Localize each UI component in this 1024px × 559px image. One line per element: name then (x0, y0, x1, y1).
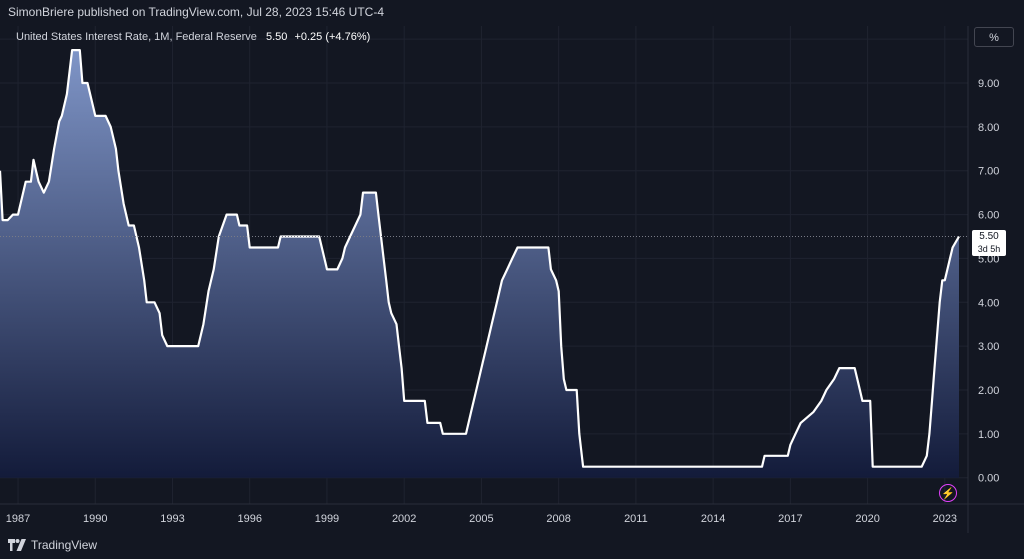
y-tick-label: 1.00 (978, 429, 999, 441)
symbol-description: United States Interest Rate, 1M, Federal… (16, 31, 257, 43)
price-tag-value: 5.50 (979, 231, 999, 243)
x-tick-label: 2017 (778, 513, 802, 525)
x-tick-label: 1987 (6, 513, 30, 525)
x-tick-label: 2011 (624, 513, 648, 525)
bottom-bar: TradingView (0, 533, 1024, 559)
price-axis: 10.009.008.007.006.005.004.003.002.001.0… (978, 34, 1006, 485)
tradingview-logo-icon (8, 539, 26, 551)
x-tick-label: 2002 (392, 513, 416, 525)
area-fill (0, 50, 959, 478)
time-axis: 1987 1990 1993 1996 1999 2002 2005 2008 2011 2014… (6, 513, 957, 525)
x-tick-label: 2020 (855, 513, 879, 525)
y-tick-label: 2.00 (978, 385, 999, 397)
y-tick-label: 0.00 (978, 473, 999, 485)
y-tick-label: 9.00 (978, 78, 999, 90)
y-tick-label: 3.00 (978, 341, 999, 353)
current-price-label: 5.50 3d 5h (972, 230, 1006, 257)
x-tick-label: 2014 (701, 513, 725, 525)
x-tick-label: 1999 (315, 513, 339, 525)
change-value: +0.25 (+4.76%) (294, 31, 371, 43)
x-tick-label: 2005 (469, 513, 493, 525)
x-tick-label: 1990 (83, 513, 107, 525)
x-tick-label: 2023 (933, 513, 957, 525)
y-tick-label: 8.00 (978, 122, 999, 134)
y-tick-label: 4.00 (978, 297, 999, 309)
brand-name: TradingView (31, 538, 98, 552)
bar-countdown: 3d 5h (977, 244, 1001, 255)
percent-scale-button[interactable]: % (974, 27, 1014, 47)
tradingview-brand[interactable]: TradingView (8, 538, 97, 552)
x-tick-label: 2008 (546, 513, 570, 525)
x-tick-label: 1993 (160, 513, 184, 525)
x-tick-label: 1996 (237, 513, 261, 525)
last-value: 5.50 (265, 31, 288, 43)
y-tick-label: 7.00 (978, 166, 999, 178)
price-chart[interactable]: 10.009.008.007.006.005.004.003.002.001.0… (0, 0, 1024, 559)
series-legend[interactable]: United States Interest Rate, 1M, Federal… (16, 31, 370, 43)
y-tick-label: 6.00 (978, 210, 999, 222)
lightning-bolt-icon[interactable]: ⚡ (939, 484, 957, 502)
